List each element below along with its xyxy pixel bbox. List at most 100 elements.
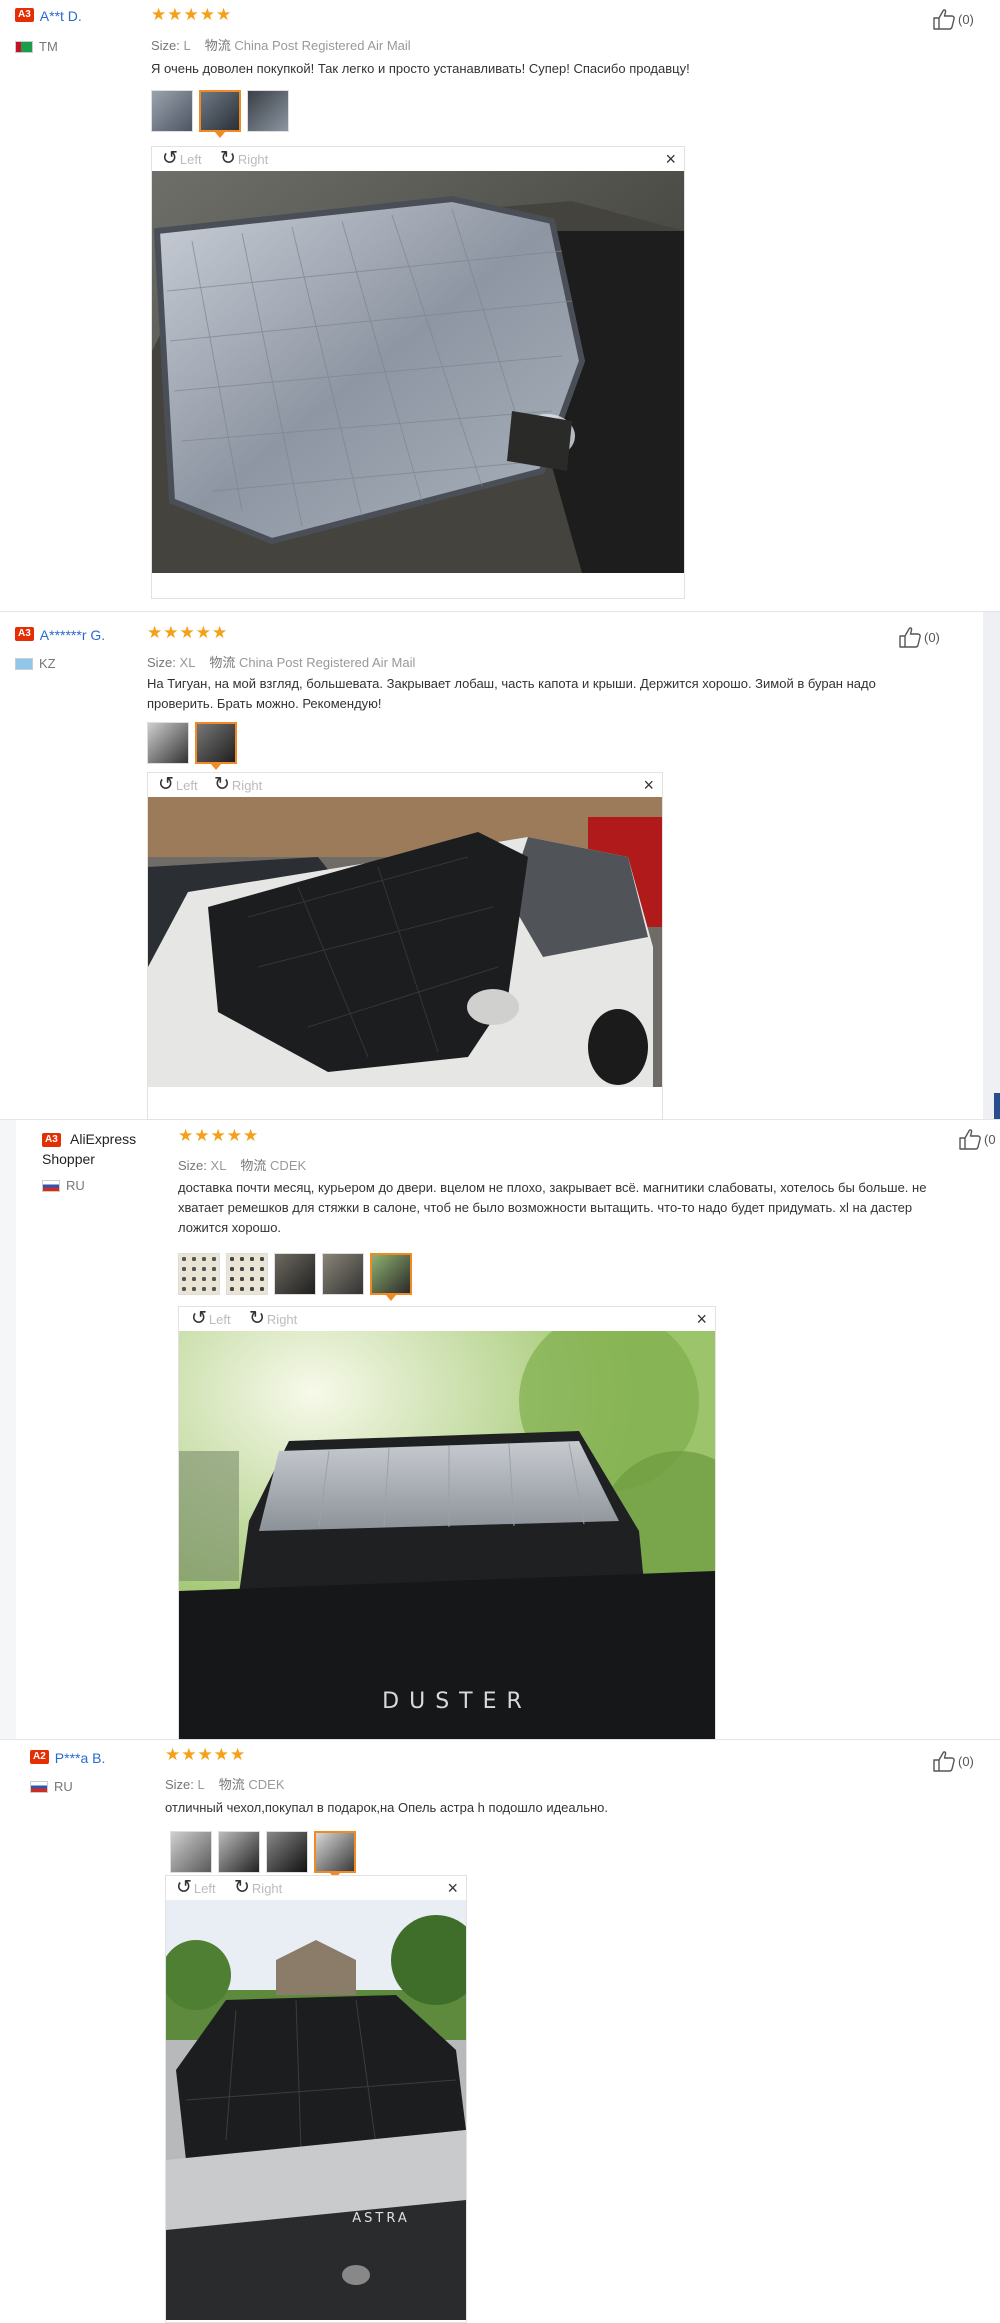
review-photo: ASTRA — [166, 1900, 466, 2320]
review-thumbnail[interactable] — [322, 1253, 364, 1295]
rotate-left-button[interactable]: ↺ Left — [176, 1877, 216, 1898]
shipping-key: 物流 — [209, 655, 236, 670]
rotate-right-icon: ↻ — [234, 1877, 250, 1898]
review-thumbnail[interactable] — [266, 1831, 308, 1873]
rotate-left-label: Left — [175, 777, 198, 793]
photo-viewer: ↺ Left ↻ Right × DUSTER — [178, 1306, 716, 1740]
reviewer-country: KZ — [15, 656, 56, 671]
rotate-right-button[interactable]: ↻ Right — [220, 148, 269, 169]
country-code: TM — [39, 39, 58, 54]
rotate-right-icon: ↻ — [249, 1308, 265, 1329]
car-photo: ASTRA — [166, 1900, 466, 2320]
helpful-button[interactable]: (0) — [932, 1750, 974, 1772]
shipping-key: 物流 — [218, 1777, 245, 1792]
helpful-count: (0) — [958, 1753, 974, 1769]
review-thumbnail[interactable] — [178, 1253, 220, 1295]
photo-viewer: ↺ Left ↻ Right × — [151, 146, 685, 599]
size-key: Size: — [165, 1777, 194, 1792]
flag-icon — [30, 1780, 48, 1793]
review-card: A2 P***a B. RU ★★★★★ Size: L 物流 CDEK отл… — [0, 1740, 1000, 2323]
viewer-toolbar: ↺ Left ↻ Right × — [148, 773, 662, 797]
flag-icon — [42, 1179, 60, 1192]
thumbs-up-icon — [959, 1129, 981, 1150]
rotate-left-button[interactable]: ↺ Left — [191, 1308, 231, 1329]
rating-stars: ★★★★★ — [178, 1126, 260, 1145]
member-level-badge: A3 — [15, 627, 34, 641]
size-value: L — [197, 1777, 205, 1792]
reviewer-country: RU — [30, 1779, 73, 1794]
rating-stars: ★★★★★ — [165, 1745, 247, 1764]
rotate-left-icon: ↺ — [176, 1877, 192, 1898]
size-value: XL — [210, 1158, 226, 1173]
flag-icon — [15, 40, 33, 53]
country-code: RU — [66, 1178, 85, 1193]
flag-icon — [15, 657, 33, 670]
review-thumbnail[interactable] — [147, 722, 189, 764]
rotate-right-label: Right — [266, 1311, 298, 1327]
rotate-right-label: Right — [231, 777, 263, 793]
helpful-count: (0 — [984, 1131, 996, 1147]
helpful-button[interactable]: (0 — [958, 1128, 996, 1150]
car-photo — [152, 171, 684, 573]
size-value: XL — [179, 655, 195, 670]
reviewer: A2 P***a B. — [30, 1750, 105, 1766]
member-level-badge: A3 — [15, 8, 34, 22]
rotate-left-icon: ↺ — [191, 1308, 207, 1329]
rotate-left-button[interactable]: ↺ Left — [162, 148, 202, 169]
thumbnail-strip — [147, 722, 237, 770]
close-icon[interactable]: × — [696, 1309, 707, 1330]
shipping-value: CDEK — [270, 1158, 307, 1173]
rotate-right-button[interactable]: ↻ Right — [234, 1877, 282, 1898]
helpful-button[interactable]: (0) — [898, 626, 940, 648]
reviewer-name[interactable]: A******r G. — [40, 627, 105, 643]
reviewer: A3 A**t D. — [15, 8, 82, 24]
review-text: отличный чехол,покупал в подарок,на Опел… — [165, 1800, 609, 1815]
review-thumbnail-selected[interactable] — [199, 90, 241, 138]
reviewer-country: TM — [15, 39, 58, 54]
rating-stars: ★★★★★ — [151, 5, 233, 24]
review-text: Я очень доволен покупкой! Так легко и пр… — [151, 61, 690, 76]
review-meta: Size: XL 物流 CDEK — [178, 1155, 306, 1174]
review-photo — [152, 171, 684, 573]
shipping-key: 物流 — [204, 38, 231, 53]
review-thumbnail[interactable] — [151, 90, 193, 132]
country-code: KZ — [39, 656, 56, 671]
rotate-left-icon: ↺ — [158, 774, 174, 795]
helpful-button[interactable]: (0) — [932, 8, 974, 30]
rotate-right-button[interactable]: ↻ Right — [249, 1308, 298, 1329]
close-icon[interactable]: × — [447, 1878, 458, 1899]
reviewer-name[interactable]: AliExpress Shopper — [42, 1129, 152, 1169]
car-photo — [148, 797, 662, 1087]
review-text: На Тигуан, на мой взгляд, большевата. За… — [147, 676, 876, 711]
review-thumbnail-selected[interactable] — [195, 722, 237, 770]
close-icon[interactable]: × — [665, 149, 676, 170]
rotate-right-label: Right — [237, 151, 269, 167]
rating-stars: ★★★★★ — [147, 623, 229, 642]
review-thumbnail[interactable] — [247, 90, 289, 132]
reviewer-name[interactable]: A**t D. — [40, 8, 82, 24]
review-thumbnail[interactable] — [274, 1253, 316, 1295]
review-thumbnail[interactable] — [226, 1253, 268, 1295]
hood-lettering: ASTRA — [352, 2211, 410, 2226]
review-card: A3 AliExpress Shopper RU ★★★★★ Size: XL … — [0, 1120, 1000, 1740]
rotate-right-button[interactable]: ↻ Right — [214, 775, 263, 794]
review-meta: Size: L 物流 China Post Registered Air Mai… — [151, 35, 411, 54]
review-thumbnail-selected[interactable] — [314, 1831, 356, 1879]
rotate-left-icon: ↺ — [162, 148, 178, 169]
car-photo: DUSTER — [179, 1331, 715, 1739]
review-thumbnail-selected[interactable] — [370, 1253, 412, 1301]
review-card: A3 A**t D. TM ★★★★★ Size: L 物流 China Pos… — [0, 0, 1000, 612]
helpful-count: (0) — [958, 11, 974, 27]
review-meta: Size: L 物流 CDEK — [165, 1774, 285, 1793]
rotate-left-button[interactable]: ↺ Left — [158, 774, 198, 795]
rotate-right-icon: ↻ — [220, 148, 236, 169]
shipping-value: China Post Registered Air Mail — [234, 38, 411, 53]
review-meta: Size: XL 物流 China Post Registered Air Ma… — [147, 652, 415, 671]
review-thumbnail[interactable] — [170, 1831, 212, 1873]
close-icon[interactable]: × — [643, 775, 654, 796]
reviewer-name[interactable]: P***a B. — [55, 1750, 106, 1766]
review-photo: DUSTER — [179, 1331, 715, 1739]
review-thumbnail[interactable] — [218, 1831, 260, 1873]
shipping-value: CDEK — [248, 1777, 285, 1792]
reviewer-country: RU — [42, 1178, 85, 1193]
